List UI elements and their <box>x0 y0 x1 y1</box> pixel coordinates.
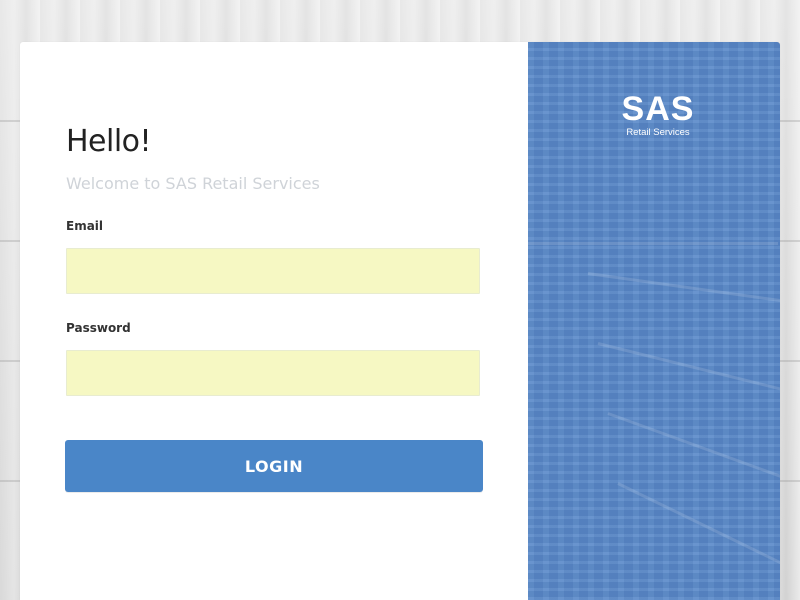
password-field[interactable] <box>66 350 480 396</box>
login-card: Hello! Welcome to SAS Retail Services Em… <box>20 42 780 600</box>
brand-panel: SAS Retail Services <box>528 42 780 600</box>
sas-logo: SAS Retail Services <box>618 92 698 138</box>
login-button[interactable]: LOGIN <box>65 440 483 492</box>
page-title: Hello! <box>66 124 152 159</box>
login-form-panel: Hello! Welcome to SAS Retail Services Em… <box>20 42 528 600</box>
welcome-subtitle: Welcome to SAS Retail Services <box>66 174 320 193</box>
email-field[interactable] <box>66 248 480 294</box>
email-label: Email <box>66 219 104 233</box>
logo-sub-text: Retail Services <box>626 127 690 138</box>
logo-main-text: SAS <box>621 90 695 128</box>
password-label: Password <box>66 321 131 335</box>
